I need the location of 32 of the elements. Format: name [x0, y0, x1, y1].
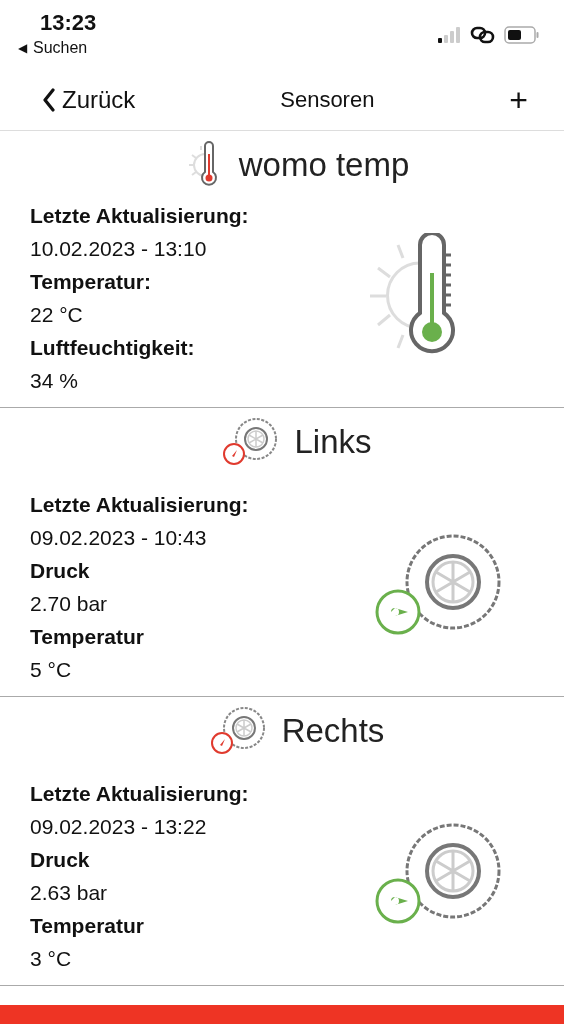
field-value: 5 °C: [30, 657, 73, 683]
add-button[interactable]: +: [509, 81, 528, 119]
tire-gauge-icon: [209, 706, 268, 756]
status-time: 13:23: [40, 10, 97, 36]
battery-icon: [504, 26, 540, 44]
field-label: Druck: [30, 847, 91, 873]
signal-icon: [438, 27, 462, 43]
field-value: 2.70 bar: [30, 591, 109, 617]
field-label: Luftfeuchtigkeit:: [30, 335, 196, 361]
field-value: 22 °C: [30, 302, 84, 328]
screen-title: Sensoren: [280, 87, 375, 113]
sensor-name: womo temp: [238, 146, 410, 184]
field-label: Letzte Aktualisierung:: [30, 781, 250, 807]
field-label: Letzte Aktualisierung:: [30, 492, 250, 518]
sensor-name: Rechts: [281, 712, 385, 750]
back-to-app-link[interactable]: Suchen: [33, 39, 88, 57]
field-label: Letzte Aktualisierung:: [30, 203, 250, 229]
field-label: Temperatur: [30, 913, 145, 939]
field-value: 34 %: [30, 368, 79, 394]
field-label: Temperatur: [30, 624, 145, 650]
field-value: 10.02.2023 - 13:10: [30, 236, 208, 262]
field-value: 3 °C: [30, 946, 73, 972]
back-button[interactable]: Zurück: [42, 86, 136, 114]
field-value: 09.02.2023 - 10:43: [30, 525, 208, 551]
field-label: Temperatur:: [30, 269, 152, 295]
sensor-name: Links: [294, 423, 372, 461]
field-value: 2.63 bar: [30, 880, 109, 906]
back-arrow[interactable]: ◀: [18, 41, 27, 55]
field-label: Druck: [30, 558, 91, 584]
chevron-left-icon: [42, 88, 56, 112]
field-value: 09.02.2023 - 13:22: [30, 814, 208, 840]
link-icon: [470, 26, 496, 44]
